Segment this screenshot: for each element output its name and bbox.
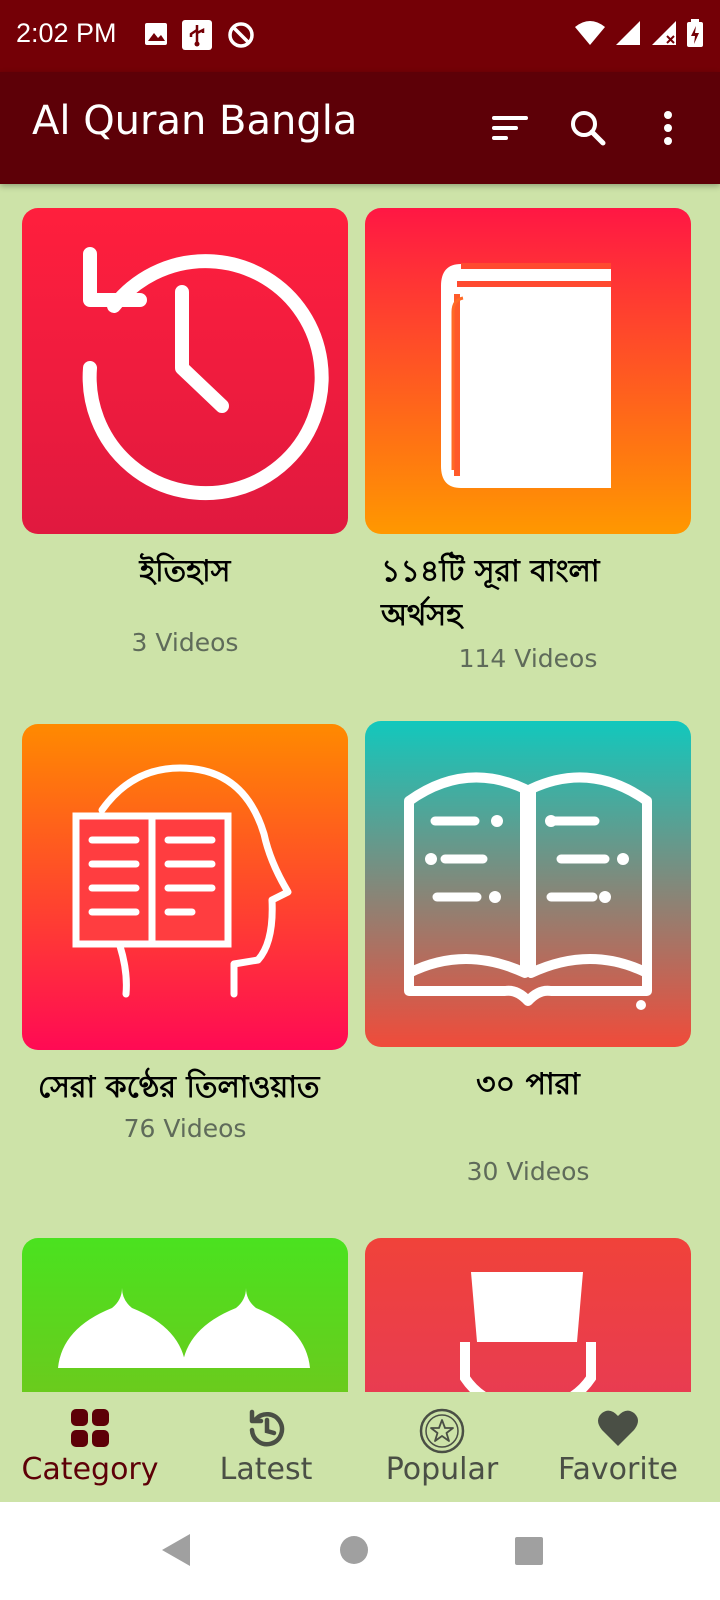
bottom-nav: Category Latest Popular Favorite <box>0 1392 720 1502</box>
recents-square-icon <box>515 1537 543 1565</box>
status-bar: 2:02 PM <box>0 0 720 72</box>
battery-charging-icon <box>687 19 703 47</box>
image-icon <box>145 23 167 45</box>
category-card-best-recitation[interactable]: সেরা কণ্ঠের তিলাওয়াত 76 Videos <box>22 724 348 1143</box>
back-triangle-icon <box>162 1534 190 1566</box>
system-nav-bar <box>0 1502 720 1600</box>
mosque-domes-icon <box>58 1288 310 1368</box>
open-quran-icon <box>404 772 652 1010</box>
category-video-count: 114 Videos <box>458 644 598 673</box>
home-circle-icon <box>340 1536 368 1564</box>
sort-button[interactable] <box>482 100 538 156</box>
more-options-button[interactable] <box>640 100 696 156</box>
do-not-disturb-icon <box>228 22 254 48</box>
category-title: ১১৪টি সূরা বাংলা অর্থসহ <box>381 554 600 633</box>
category-card-30-para[interactable]: ৩০ পারা 30 Videos <box>365 721 691 1186</box>
category-card-5[interactable] <box>22 1238 348 1392</box>
star-badge-icon <box>419 1408 465 1454</box>
category-thumbnail <box>365 721 691 1047</box>
search-button[interactable] <box>560 100 616 156</box>
category-title: সেরা কণ্ঠের তিলাওয়াত <box>38 1070 320 1105</box>
status-icons-left <box>144 20 256 50</box>
category-grid: ইতিহাস 3 Videos ১১৪টি সূরা বাংলা অর্থসহ … <box>0 184 720 1392</box>
nav-item-popular[interactable]: Popular <box>352 1392 532 1502</box>
category-card-history[interactable]: ইতিহাস 3 Videos <box>22 208 348 657</box>
system-recents-button[interactable] <box>514 1536 544 1570</box>
status-time: 2:02 PM <box>16 18 117 48</box>
nav-label: Popular <box>385 1452 499 1487</box>
history-clock-icon <box>82 247 329 501</box>
usb-icon <box>182 20 212 50</box>
wifi-icon <box>575 21 605 45</box>
signal-icon <box>616 21 640 45</box>
grid-icon <box>71 1409 109 1447</box>
reading-head-icon <box>72 764 292 998</box>
category-card-114-surah[interactable]: ১১৪টি সূরা বাংলা অর্থসহ 114 Videos <box>365 208 691 673</box>
search-icon <box>571 111 606 146</box>
more-vert-icon <box>664 111 672 145</box>
nav-label: Latest <box>219 1452 313 1487</box>
signal-x-icon <box>652 21 676 45</box>
category-thumbnail <box>22 724 348 1050</box>
category-thumbnail <box>22 1238 348 1392</box>
app-bar: Al Quran Bangla <box>0 72 720 184</box>
category-video-count: 30 Videos <box>466 1157 590 1186</box>
book-icon <box>441 263 611 488</box>
nav-item-category[interactable]: Category <box>0 1392 180 1502</box>
category-video-count: 76 Videos <box>123 1114 247 1143</box>
system-home-button[interactable] <box>338 1534 370 1570</box>
sort-icon <box>492 116 528 140</box>
nav-item-favorite[interactable]: Favorite <box>528 1392 708 1502</box>
history-icon <box>249 1409 285 1447</box>
app-title: Al Quran Bangla <box>32 98 358 144</box>
person-cap-icon <box>460 1272 596 1392</box>
category-thumbnail <box>22 208 348 534</box>
category-thumbnail <box>365 1238 691 1392</box>
category-title: ইতিহাস <box>139 554 231 589</box>
system-back-button[interactable] <box>160 1532 192 1572</box>
category-thumbnail <box>365 208 691 534</box>
nav-label: Favorite <box>558 1452 678 1487</box>
nav-label: Category <box>21 1452 159 1487</box>
nav-item-latest[interactable]: Latest <box>176 1392 356 1502</box>
heart-icon <box>598 1410 638 1446</box>
category-card-6[interactable] <box>365 1238 691 1392</box>
status-icons-right <box>574 18 704 48</box>
category-title: ৩০ পারা <box>476 1067 580 1102</box>
category-video-count: 3 Videos <box>131 628 239 657</box>
